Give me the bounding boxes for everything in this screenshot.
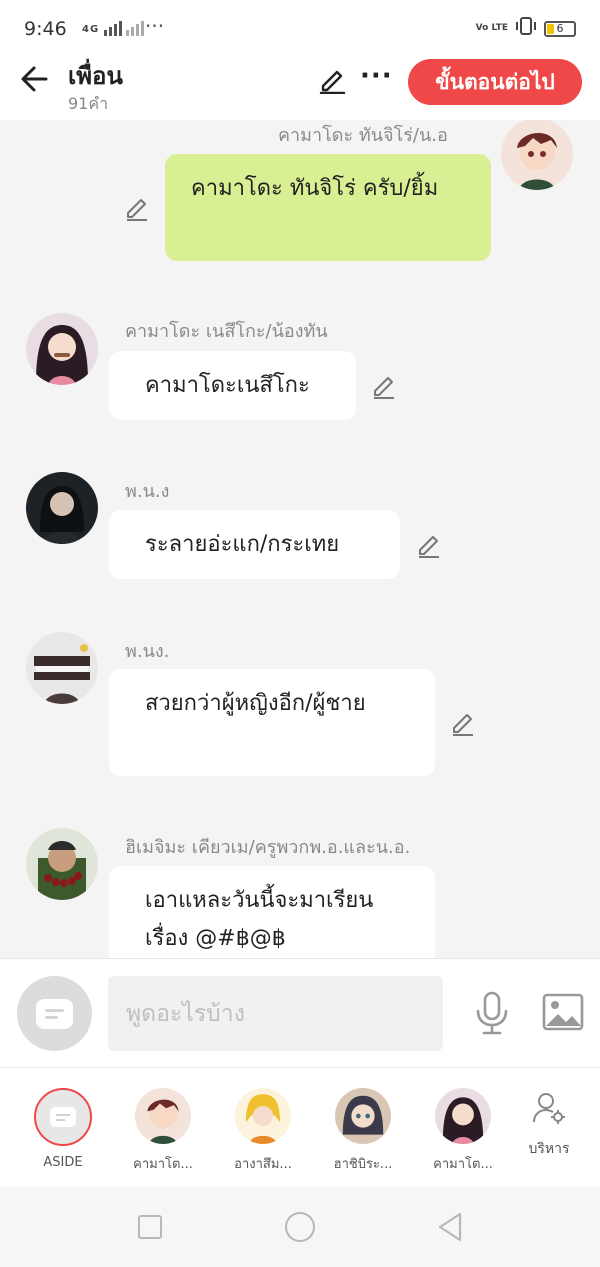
message-author: ฮิเมจิมะ เคียวเม/ครูพวกพ.อ.และน.อ. <box>125 837 411 858</box>
next-step-button[interactable]: ขั้นตอนต่อไป <box>408 59 582 105</box>
avatar-character[interactable] <box>26 632 98 704</box>
message-bubble[interactable]: ระลายอ่ะแก/กระเทย <box>109 510 400 579</box>
avatar <box>235 1088 291 1144</box>
edit-message-icon[interactable] <box>124 195 150 221</box>
character-label: คามาโต... <box>133 1157 193 1172</box>
message-input[interactable] <box>108 976 443 1051</box>
avatar-nezuko[interactable] <box>26 313 98 385</box>
character-inosuke[interactable]: ฮาชิบิระ... <box>313 1088 413 1174</box>
character-selector: ASIDE คามาโต... อางาสึม... ฮาชิบิระ... ค… <box>0 1067 600 1187</box>
character-nezuko[interactable]: คามาโต... <box>413 1088 513 1174</box>
back-arrow-icon[interactable] <box>18 62 52 96</box>
app-header: เพื่อน 91คำ ··· ขั้นตอนต่อไป <box>0 54 600 120</box>
back-icon[interactable] <box>436 1211 464 1243</box>
signal-icon: 4G <box>82 20 144 36</box>
character-zenitsu[interactable]: อางาสึม... <box>213 1088 313 1174</box>
chat-area[interactable]: คามาโดะ ทันจิโร่/น.อ คามาโดะ ทันจิโร่ คร… <box>0 120 600 958</box>
edit-message-icon[interactable] <box>450 710 476 736</box>
message-author: คามาโดะ ทันจิโร่/น.อ <box>278 125 448 146</box>
battery-icon: 6 <box>544 20 576 37</box>
message-author: พ.นง. <box>125 641 170 662</box>
notification-more-icon: ··· <box>145 14 165 38</box>
vibrate-icon <box>514 17 538 40</box>
message-bubble[interactable]: สวยกว่าผู้หญิงอีก/ผู้ชาย <box>109 669 435 776</box>
avatar-himejima[interactable] <box>26 828 98 900</box>
message-bubble[interactable]: คามาโดะเนสึโกะ <box>109 351 356 420</box>
aside-icon <box>34 1088 92 1146</box>
volte-icon: Vo LTE <box>475 23 508 33</box>
message-bubble-self[interactable]: คามาโดะ ทันจิโร่ ครับ/ยิ้ม <box>165 154 491 261</box>
manage-user-icon <box>533 1093 565 1124</box>
speech-bubble-icon <box>36 999 73 1029</box>
microphone-icon[interactable] <box>474 991 510 1035</box>
recent-apps-icon[interactable] <box>138 1215 162 1239</box>
status-bar: 9:46 4G ··· Vo LTE 6 <box>0 0 600 54</box>
image-icon[interactable] <box>542 993 584 1031</box>
message-author: พ.น.ง <box>125 481 170 502</box>
aside-toggle-button[interactable] <box>17 976 92 1051</box>
avatar-character[interactable] <box>26 472 98 544</box>
edit-pencil-icon[interactable] <box>318 66 346 94</box>
status-right: Vo LTE 6 <box>476 17 576 40</box>
character-label: ฮาชิบิระ... <box>333 1157 393 1172</box>
character-label: คามาโต... <box>433 1157 493 1172</box>
battery-level: 6 <box>556 21 564 35</box>
avatar-tanjiro[interactable] <box>501 120 573 190</box>
home-icon[interactable] <box>285 1212 315 1242</box>
message-bubble[interactable]: เอาแหละวันนี้จะมาเรียนเรื่อง @#฿@฿ <box>109 866 435 958</box>
avatar <box>135 1088 191 1144</box>
character-aside[interactable]: ASIDE <box>13 1088 113 1170</box>
more-options-icon[interactable]: ··· <box>360 62 393 90</box>
character-label: อางาสึม... <box>234 1157 292 1172</box>
edit-message-icon[interactable] <box>371 373 397 399</box>
message-author: คามาโดะ เนสึโกะ/น้องทัน <box>125 321 328 342</box>
network-type: 4G <box>82 24 100 35</box>
manage-characters-button[interactable]: บริหาร <box>518 1090 580 1160</box>
manage-label: บริหาร <box>528 1141 570 1157</box>
edit-message-icon[interactable] <box>416 532 442 558</box>
avatar <box>335 1088 391 1144</box>
character-label: ASIDE <box>43 1155 83 1170</box>
avatar <box>435 1088 491 1144</box>
word-count: 91คำ <box>68 94 109 113</box>
character-tanjiro[interactable]: คามาโต... <box>113 1088 213 1174</box>
page-title: เพื่อน <box>68 62 123 90</box>
clock: 9:46 <box>24 18 67 40</box>
system-nav-bar <box>0 1187 600 1267</box>
message-composer <box>0 958 600 1067</box>
